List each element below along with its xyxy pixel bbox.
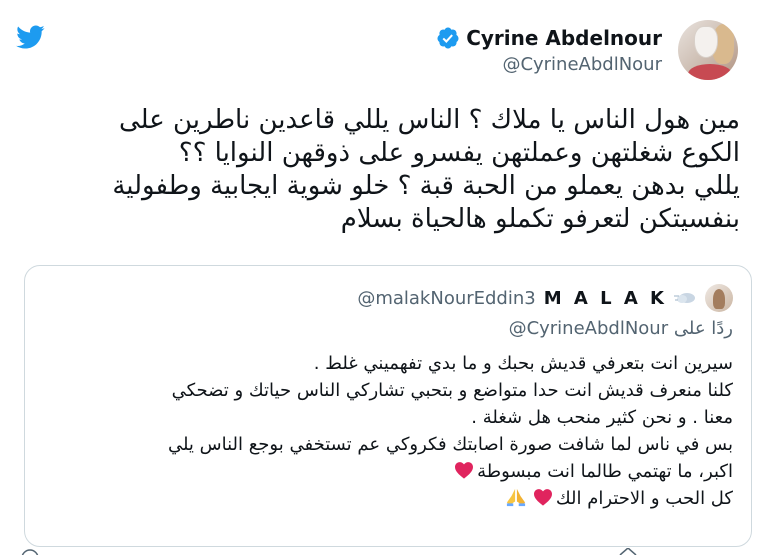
author-avatar[interactable] xyxy=(678,20,738,80)
reply-context: ردًا على @CyrineAbdlNour xyxy=(509,318,733,339)
dash-cloud-emoji xyxy=(674,293,695,303)
folded-hands-emoji xyxy=(506,488,525,507)
twitter-bird-icon[interactable] xyxy=(12,22,48,52)
quoted-line-with-heart: اكبر، ما تهتمي طالما انت مبسوطة xyxy=(33,458,733,485)
verified-badge-icon xyxy=(437,27,459,48)
author-handle[interactable]: @CyrineAbdlNour xyxy=(436,54,662,75)
quoted-author-avatar[interactable] xyxy=(705,284,733,312)
quoted-author-name[interactable]: M A L A K xyxy=(544,288,667,309)
author-name-row: Cyrine Abdelnour xyxy=(436,26,662,50)
quoted-author-handle[interactable]: @malakNourEddin3 xyxy=(357,288,535,309)
quoted-line: سيرين انت بتعرفي قديش بحبك و ما بدي تفهم… xyxy=(313,353,733,374)
red-heart-emoji xyxy=(533,489,552,506)
quoted-line-with-emoji: كل الحب و الاحترام الك xyxy=(33,485,733,512)
tweet-author[interactable]: Cyrine Abdelnour @CyrineAbdlNour xyxy=(436,20,738,80)
tweet-line: يللي بدهن يعملو من الحبة قبة ؟ خلو شوية … xyxy=(112,171,740,201)
quoted-line: كلنا منعرف قديش انت حدا متواضع و بتحبي ت… xyxy=(171,380,733,401)
tweet-actions-bar-partial xyxy=(21,548,637,555)
tweet-line: بنفسيتكن لتعرفو تكملو هالحياة بسلام xyxy=(340,204,740,234)
quoted-line: معنا . و نحن كثير منحب هل شغلة . xyxy=(471,407,733,428)
tweet-text: مين هول الناس يا ملاك ؟ الناس يللي قاعدي… xyxy=(20,104,740,236)
quoted-line: اكبر، ما تهتمي طالما انت مبسوطة xyxy=(477,461,733,482)
author-names: Cyrine Abdelnour @CyrineAbdlNour xyxy=(436,26,662,75)
quoted-line: بس في ناس لما شافت صورة اصابتك فكروكي عم… xyxy=(167,434,733,455)
quoted-line: كل الحب و الاحترام الك xyxy=(555,488,733,509)
tweet-line: الكوع شغلتهن وعملتهن يفسرو على ذوقهن الن… xyxy=(178,138,740,168)
quoted-tweet-text: سيرين انت بتعرفي قديش بحبك و ما بدي تفهم… xyxy=(33,350,733,512)
reply-prefix: ردًا على xyxy=(673,318,733,339)
avatar-mask-shape xyxy=(694,26,718,58)
quoted-tweet-header: @malakNourEddin3 M A L A K xyxy=(357,284,733,312)
tweet-line: مين هول الناس يا ملاك ؟ الناس يللي قاعدي… xyxy=(118,105,740,135)
quoted-tweet[interactable]: @malakNourEddin3 M A L A K ردًا على @Cyr… xyxy=(24,265,752,547)
author-name[interactable]: Cyrine Abdelnour xyxy=(466,26,662,50)
avatar-shoulder-shape xyxy=(688,64,732,80)
red-heart-emoji xyxy=(455,462,474,479)
reply-mention-link[interactable]: @CyrineAbdlNour xyxy=(509,318,669,339)
